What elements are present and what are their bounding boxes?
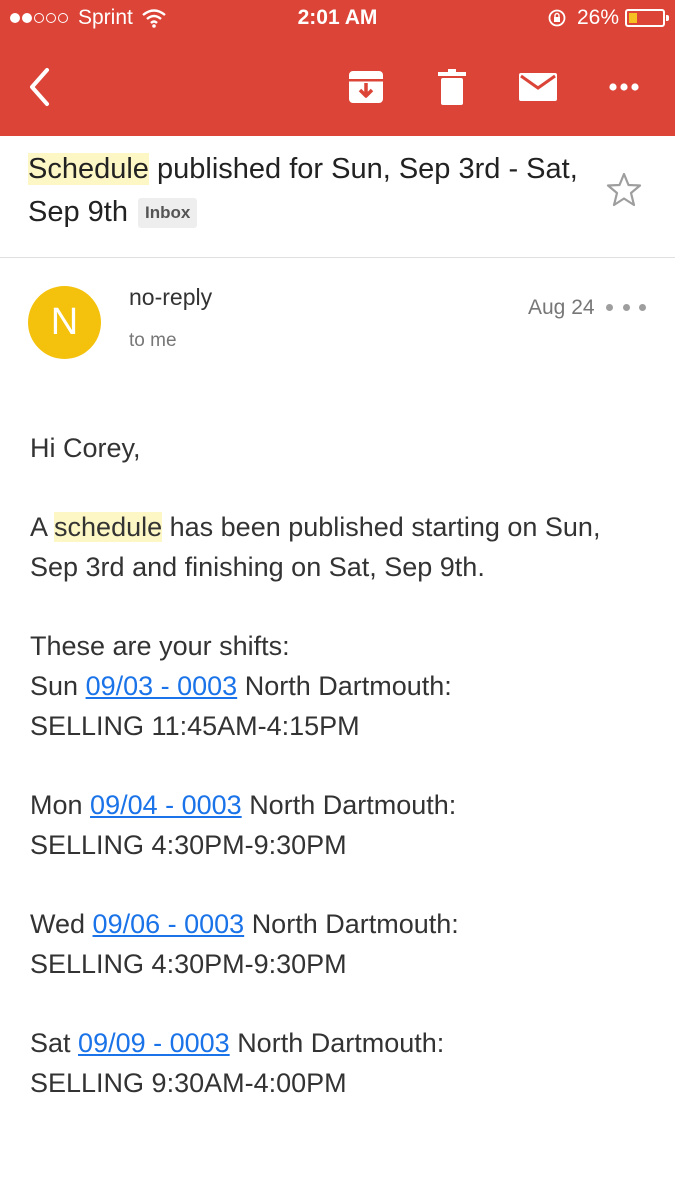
shift-entry: Sat 09/09 - 0003 North Dartmouth: SELLIN…: [30, 1023, 650, 1103]
more-dot-icon: [622, 303, 630, 311]
shift-detail: SELLING 4:30PM-9:30PM: [30, 949, 347, 979]
orientation-lock-icon: [548, 9, 566, 27]
more-dot-icon: [606, 303, 613, 311]
message-header: N no-reply to me Aug 24: [0, 258, 675, 378]
shift-link[interactable]: 09/03 - 0003: [86, 671, 238, 701]
mail-icon: [519, 73, 557, 101]
shift-entry: Mon 09/04 - 0003 North Dartmouth: SELLIN…: [30, 785, 650, 865]
shift-location: North Dartmouth:: [237, 1028, 445, 1058]
shift-link[interactable]: 09/06 - 0003: [93, 909, 245, 939]
battery-percent: 26%: [576, 6, 619, 29]
recipient-line[interactable]: to me: [129, 330, 177, 352]
message-body: Hi Corey, A schedule has been published …: [30, 428, 650, 1103]
mark-unread-button[interactable]: [513, 62, 563, 112]
shifts-heading: These are your shifts:: [30, 631, 290, 661]
message-date: Aug 24: [528, 296, 595, 319]
top-app-bar: Sprint 2:01 AM 26%: [0, 0, 675, 136]
sender-name[interactable]: no-reply: [129, 284, 212, 311]
shift-day: Sun: [30, 671, 79, 701]
shift-day: Sat: [30, 1028, 71, 1058]
subject-search-highlight: Schedule: [28, 153, 149, 185]
body-search-highlight: schedule: [54, 512, 163, 542]
intro-text: A: [30, 512, 55, 542]
avatar[interactable]: N: [28, 286, 101, 359]
shift-location: North Dartmouth:: [251, 909, 459, 939]
back-button[interactable]: [14, 62, 64, 112]
subject-header: Schedule published for Sun, Sep 3rd - Sa…: [0, 136, 675, 258]
more-options-button[interactable]: [599, 62, 649, 112]
status-right: 26%: [547, 6, 669, 30]
battery-icon: [625, 9, 669, 27]
shift-day: Wed: [30, 909, 86, 939]
message-more-button[interactable]: [606, 294, 646, 320]
shift-entry: Wed 09/06 - 0003 North Dartmouth: SELLIN…: [30, 904, 650, 984]
more-horizontal-icon: [609, 83, 639, 91]
more-dot-icon: [639, 303, 646, 311]
back-arrow-icon: [30, 68, 49, 106]
email-subject: Schedule published for Sun, Sep 3rd - Sa…: [28, 148, 588, 234]
greeting: Hi Corey,: [30, 433, 141, 463]
shift-link[interactable]: 09/09 - 0003: [78, 1028, 230, 1058]
star-icon: [606, 172, 642, 207]
intro-paragraph: A schedule has been published starting o…: [30, 507, 650, 587]
status-bar: Sprint 2:01 AM 26%: [0, 0, 675, 36]
shift-detail: SELLING 9:30AM-4:00PM: [30, 1068, 347, 1098]
delete-button[interactable]: [427, 62, 477, 112]
shift-detail: SELLING 11:45AM-4:15PM: [30, 711, 360, 741]
archive-button[interactable]: [341, 62, 391, 112]
archive-icon: [349, 71, 383, 103]
shift-location: North Dartmouth:: [249, 790, 457, 820]
shift-entry: Sun 09/03 - 0003 North Dartmouth: SELLIN…: [30, 666, 650, 746]
shift-detail: SELLING 4:30PM-9:30PM: [30, 830, 347, 860]
shift-location: North Dartmouth:: [244, 671, 452, 701]
trash-icon: [438, 69, 466, 105]
star-button[interactable]: [604, 170, 644, 210]
inbox-label-badge[interactable]: Inbox: [137, 198, 198, 229]
battery-fill: [629, 13, 637, 23]
shift-day: Mon: [30, 790, 83, 820]
shift-link[interactable]: 09/04 - 0003: [90, 790, 242, 820]
